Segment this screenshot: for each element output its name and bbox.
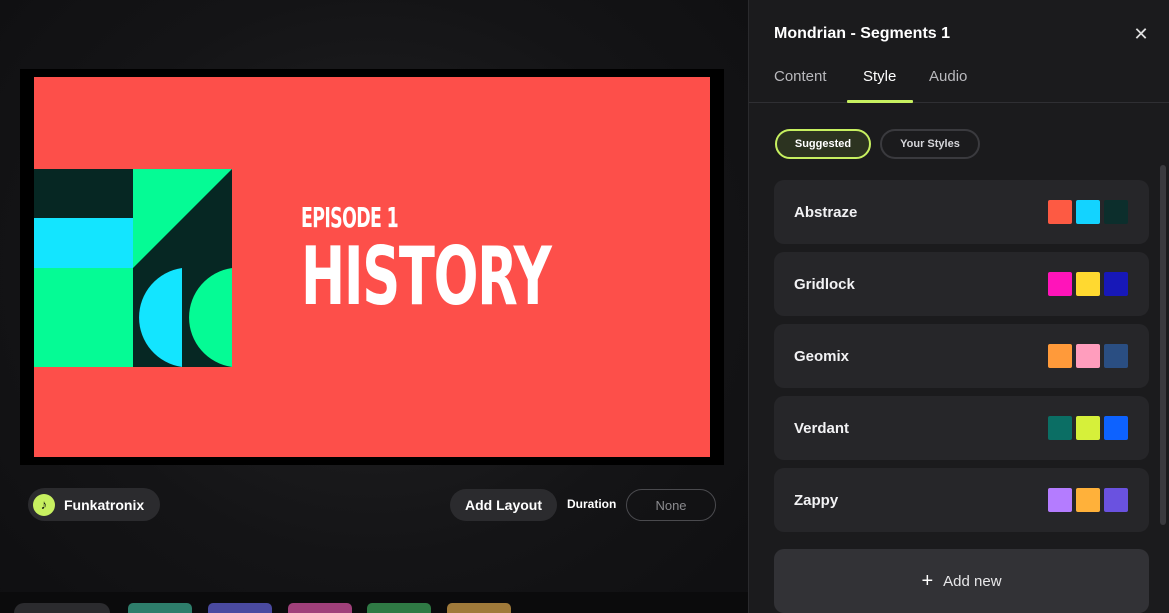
close-icon[interactable]: ✕ xyxy=(1131,24,1151,44)
style-name: Gridlock xyxy=(794,276,855,293)
duration-label: Duration xyxy=(567,497,617,511)
plus-icon: + xyxy=(921,570,934,592)
color-swatch xyxy=(1048,200,1072,224)
timeline-strip xyxy=(0,592,748,613)
slide-title: HISTORY xyxy=(301,230,552,323)
color-swatch xyxy=(1104,488,1128,512)
slide-preview-frame[interactable]: EPISODE 1 HISTORY xyxy=(20,69,724,465)
timeline-thumbnail[interactable] xyxy=(208,603,272,613)
color-swatch xyxy=(1048,344,1072,368)
color-swatches xyxy=(1048,416,1128,440)
filter-your-styles[interactable]: Your Styles xyxy=(880,129,980,159)
style-card-gridlock[interactable]: Gridlock xyxy=(774,252,1149,316)
duration-select[interactable]: None xyxy=(626,489,716,521)
music-track-button[interactable]: ♪ Funkatronix xyxy=(28,488,161,521)
color-swatch xyxy=(1076,416,1100,440)
tab-content[interactable]: Content xyxy=(774,68,827,85)
music-track-label: Funkatronix xyxy=(64,496,145,513)
style-card-geomix[interactable]: Geomix xyxy=(774,324,1149,388)
color-swatches xyxy=(1048,344,1128,368)
slide-canvas[interactable]: EPISODE 1 HISTORY xyxy=(34,77,710,457)
style-list: Abstraze Gridlock Geomix Verdant Zappy xyxy=(774,180,1149,540)
tab-style[interactable]: Style xyxy=(863,68,896,85)
style-card-verdant[interactable]: Verdant xyxy=(774,396,1149,460)
style-card-abstraze[interactable]: Abstraze xyxy=(774,180,1149,244)
color-swatch xyxy=(1048,416,1072,440)
tab-audio[interactable]: Audio xyxy=(929,68,967,85)
color-swatch xyxy=(1104,416,1128,440)
color-swatches xyxy=(1048,488,1128,512)
panel-tabs: Content Style Audio xyxy=(749,60,1169,103)
color-swatch xyxy=(1104,344,1128,368)
add-layout-button[interactable]: Add Layout xyxy=(450,489,557,521)
timeline-play-control[interactable] xyxy=(14,603,110,613)
panel-title: Mondrian - Segments 1 xyxy=(774,25,951,42)
color-swatches xyxy=(1048,200,1128,224)
style-name: Geomix xyxy=(794,348,850,365)
add-new-style-button[interactable]: + Add new xyxy=(774,549,1149,613)
timeline-thumbnail[interactable] xyxy=(288,603,352,613)
active-tab-indicator xyxy=(847,100,913,103)
color-swatch xyxy=(1076,344,1100,368)
preview-stage: EPISODE 1 HISTORY ♪ Funkatronix Add Layo… xyxy=(0,0,748,613)
color-swatch xyxy=(1104,272,1128,296)
color-swatch xyxy=(1048,488,1072,512)
music-note-icon: ♪ xyxy=(33,493,55,516)
mondrian-artwork xyxy=(34,169,232,367)
color-swatches xyxy=(1048,272,1128,296)
color-swatch xyxy=(1076,200,1100,224)
color-swatch xyxy=(1048,272,1072,296)
timeline-thumbnail[interactable] xyxy=(128,603,192,613)
style-name: Abstraze xyxy=(794,204,858,221)
style-name: Zappy xyxy=(794,492,839,509)
style-card-zappy[interactable]: Zappy xyxy=(774,468,1149,532)
color-swatch xyxy=(1104,200,1128,224)
timeline-thumbnail[interactable] xyxy=(367,603,431,613)
filter-suggested[interactable]: Suggested xyxy=(775,129,871,159)
add-new-label: Add new xyxy=(943,572,1002,590)
color-swatch xyxy=(1076,272,1100,296)
color-swatch xyxy=(1076,488,1100,512)
timeline-thumbnail[interactable] xyxy=(447,603,511,613)
style-name: Verdant xyxy=(794,420,850,437)
panel-scrollbar[interactable] xyxy=(1160,165,1166,525)
style-panel: Mondrian - Segments 1 ✕ Content Style Au… xyxy=(748,0,1169,613)
